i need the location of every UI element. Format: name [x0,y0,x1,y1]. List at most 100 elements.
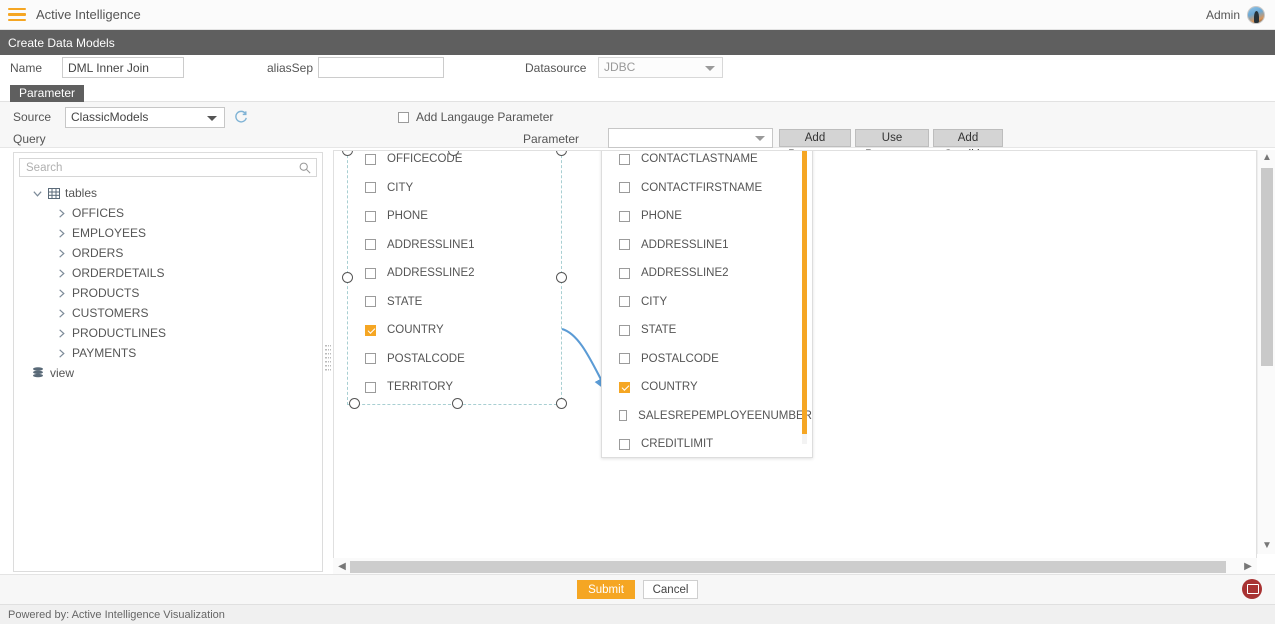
add-parameter-button[interactable]: Add Parameter [779,129,851,161]
field-checkbox-officecode[interactable] [365,153,376,165]
field-label: POSTALCODE [641,352,719,365]
cancel-button[interactable]: Cancel [643,580,698,599]
tree-node-orderdetails[interactable]: ORDERDETAILS [14,263,322,283]
resize-handle-s[interactable] [452,398,463,409]
resize-handle-sw[interactable] [349,398,360,409]
tree-node-orders[interactable]: ORDERS [14,243,322,263]
field-checkbox-country[interactable] [619,381,630,393]
field-row[interactable]: POSTALCODE [602,345,812,374]
chat-bubble-icon[interactable] [1242,579,1262,599]
tree-node-view[interactable]: view [14,363,322,383]
parameter-select[interactable] [608,128,773,148]
tab-parameter[interactable]: Parameter [10,85,85,102]
table-panel-customers[interactable]: CONTACTLASTNAME CONTACTFIRSTNAME PHONE ADDR… [601,151,813,459]
tree-node-productlines[interactable]: PRODUCTLINES [14,323,322,343]
add-condition-button[interactable]: Add Condition [933,129,1003,161]
field-label: CREDITLIMIT [641,438,714,451]
field-row[interactable]: PHONE [348,202,561,231]
field-label: COUNTRY [641,381,698,394]
field-row[interactable]: POSTALCODE [348,345,561,374]
field-checkbox-territory[interactable] [365,381,376,393]
model-form-row: Name aliasSep Datasource JDBC [0,55,1275,83]
tree-node-customers[interactable]: CUSTOMERS [14,303,322,323]
source-select[interactable]: ClassicModels [65,107,225,128]
field-checkbox-contactlastname[interactable] [619,153,630,165]
field-row[interactable]: CITY [602,288,812,317]
tree-node-label: EMPLOYEES [72,226,147,240]
canvas-horizontal-scrollbar[interactable]: ◀ ▶ [333,558,1257,575]
field-checkbox-phone[interactable] [619,210,630,222]
join-canvas[interactable]: OFFICECODE CITY PHONE ADDRESSLINE1 ADDRESSLI… [333,150,1257,572]
field-checkbox-country[interactable] [365,324,376,336]
field-row[interactable]: STATE [348,288,561,317]
chevron-down-icon [755,136,765,141]
resize-handle-e[interactable] [556,272,567,283]
chevron-right-icon[interactable]: ▶ [1241,558,1255,575]
chevron-right-icon [59,268,65,278]
hamburger-menu-icon[interactable] [8,5,26,25]
canvas-vertical-scrollbar[interactable]: ▲ ▼ [1257,150,1275,554]
field-row[interactable]: ADDRESSLINE2 [348,259,561,288]
panel-scrollbar[interactable] [802,151,807,444]
field-row[interactable]: COUNTRY [348,316,561,345]
field-checkbox-state[interactable] [619,324,630,336]
field-checkbox-addressline1[interactable] [619,239,630,251]
resize-handle-w[interactable] [342,272,353,283]
field-row[interactable]: ADDRESSLINE2 [602,259,812,288]
tree: tables OFFICES EMPLOYEES ORDERS ORDERDETAIL… [14,183,322,383]
field-row[interactable]: ADDRESSLINE1 [348,231,561,260]
chevron-down-icon[interactable]: ▼ [1258,538,1275,554]
field-checkbox-addressline2[interactable] [365,267,376,279]
user-avatar[interactable] [1247,5,1265,24]
field-checkbox-creditlimit[interactable] [619,438,630,450]
use-parameter-button[interactable]: Use Parameter [855,129,929,161]
user-area[interactable]: Admin [1206,5,1265,24]
horizontal-scroll-thumb[interactable] [350,561,1226,573]
field-row[interactable]: PHONE [602,202,812,231]
chevron-up-icon[interactable]: ▲ [1258,150,1275,166]
resize-handle-ne[interactable] [556,151,567,156]
field-row[interactable]: CONTACTFIRSTNAME [602,174,812,203]
field-checkbox-salesrepemployeenumber[interactable] [619,410,628,422]
chevron-left-icon[interactable]: ◀ [335,558,349,575]
field-row[interactable]: SALESREPEMPLOYEENUMBER [602,402,812,431]
refresh-icon[interactable] [234,110,248,124]
search-box[interactable] [19,158,317,177]
field-checkbox-city[interactable] [619,296,630,308]
tree-node-offices[interactable]: OFFICES [14,203,322,223]
datasource-select[interactable]: JDBC [598,57,723,78]
tree-node-employees[interactable]: EMPLOYEES [14,223,322,243]
alias-sep-input[interactable] [318,57,444,78]
resize-handle-se[interactable] [556,398,567,409]
name-input[interactable] [62,57,184,78]
field-checkbox-phone[interactable] [365,210,376,222]
tree-node-products[interactable]: PRODUCTS [14,283,322,303]
field-checkbox-postalcode[interactable] [619,353,630,365]
field-row[interactable]: COUNTRY [602,373,812,402]
search-input[interactable] [24,159,294,176]
field-checkbox-city[interactable] [365,182,376,194]
add-language-parameter-checkbox[interactable] [398,111,409,123]
field-label: CONTACTLASTNAME [641,153,758,166]
table-panel-offices[interactable]: OFFICECODE CITY PHONE ADDRESSLINE1 ADDRESSLI… [347,151,562,405]
field-row[interactable]: CREDITLIMIT [602,430,812,459]
panel-resize-handle[interactable] [325,345,331,375]
field-checkbox-addressline1[interactable] [365,239,376,251]
field-row[interactable]: STATE [602,316,812,345]
chevron-down-icon [33,190,42,197]
search-icon[interactable] [299,162,311,174]
field-row[interactable]: CONTACTLASTNAME [602,151,812,174]
field-checkbox-postalcode[interactable] [365,353,376,365]
tree-node-payments[interactable]: PAYMENTS [14,343,322,363]
field-checkbox-addressline2[interactable] [619,267,630,279]
submit-button[interactable]: Submit [577,580,635,599]
add-language-parameter-row[interactable]: Add Langauge Parameter [398,110,553,124]
tree-node-tables[interactable]: tables [14,183,322,203]
field-row[interactable]: TERRITORY [348,373,561,402]
tree-node-label: tables [65,186,98,200]
field-checkbox-contactfirstname[interactable] [619,182,630,194]
vertical-scroll-thumb[interactable] [1261,168,1273,366]
field-checkbox-state[interactable] [365,296,376,308]
field-row[interactable]: CITY [348,174,561,203]
field-row[interactable]: ADDRESSLINE1 [602,231,812,260]
